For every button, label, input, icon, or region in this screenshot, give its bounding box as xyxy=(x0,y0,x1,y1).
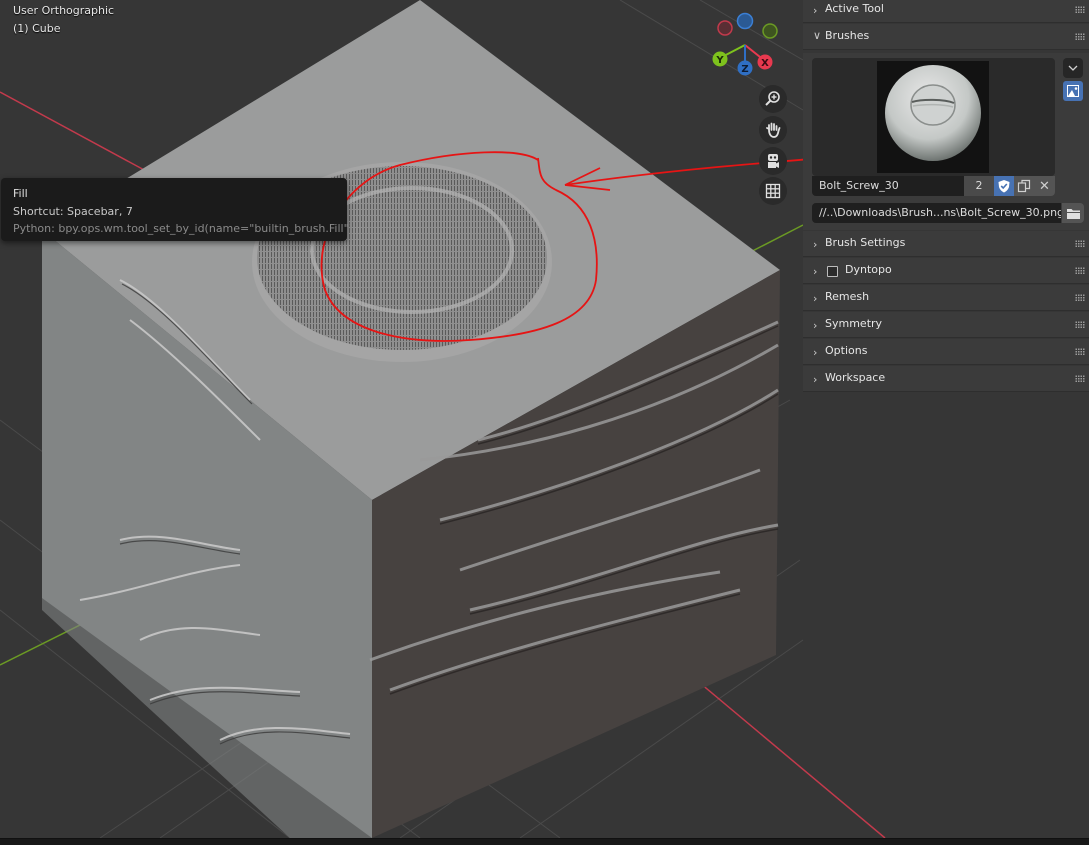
panel-symmetry[interactable]: › Symmetry xyxy=(803,312,1089,338)
chevron-right-icon: › xyxy=(813,238,818,251)
chevron-down-icon xyxy=(1068,65,1078,71)
pan-button[interactable] xyxy=(759,116,787,144)
panel-remesh[interactable]: › Remesh xyxy=(803,285,1089,311)
pan-hand-icon xyxy=(766,122,781,138)
image-icon xyxy=(1067,85,1079,97)
panel-label: Dyntopo xyxy=(845,263,892,276)
panel-label: Brush Settings xyxy=(825,236,906,249)
panel-brush-settings[interactable]: › Brush Settings xyxy=(803,231,1089,257)
brush-users-count[interactable]: 2 xyxy=(964,176,994,196)
camera-view-button[interactable] xyxy=(759,147,787,175)
gizmo-neg-y[interactable] xyxy=(762,23,778,39)
drag-grip-icon[interactable] xyxy=(1075,348,1085,356)
tooltip-python: Python: bpy.ops.wm.tool_set_by_id(name="… xyxy=(13,222,353,235)
chevron-right-icon: › xyxy=(813,4,818,17)
gizmo-z-label: Z xyxy=(741,64,748,75)
drag-grip-icon[interactable] xyxy=(1075,267,1085,275)
panel-label: Active Tool xyxy=(825,2,884,15)
drag-grip-icon[interactable] xyxy=(1075,6,1085,14)
chevron-right-icon: › xyxy=(813,373,818,386)
chevron-right-icon: › xyxy=(813,319,818,332)
panel-label: Brushes xyxy=(825,29,870,42)
panel-label: Options xyxy=(825,344,868,357)
drag-grip-icon[interactable] xyxy=(1075,375,1085,383)
panel-brushes[interactable]: ∨ Brushes xyxy=(803,24,1089,50)
unlink-brush-button[interactable]: ✕ xyxy=(1034,176,1055,196)
gizmo-y-label: Y xyxy=(715,55,724,66)
chevron-down-icon: ∨ xyxy=(813,29,822,42)
panel-label: Workspace xyxy=(825,371,886,384)
grid-icon xyxy=(765,183,781,199)
fake-user-button[interactable] xyxy=(994,176,1014,196)
duplicate-brush-button[interactable] xyxy=(1014,176,1034,196)
properties-sidebar: › Active Tool ∨ Brushes Bolt_Screw_30 2 … xyxy=(803,0,1089,400)
camera-icon xyxy=(768,154,779,168)
panel-options[interactable]: › Options xyxy=(803,339,1089,365)
panel-label: Remesh xyxy=(825,290,870,303)
tool-tooltip: Fill Shortcut: Spacebar, 7 Python: bpy.o… xyxy=(1,178,353,241)
drag-grip-icon[interactable] xyxy=(1075,321,1085,329)
chevron-right-icon: › xyxy=(813,265,818,278)
texture-filepath-field[interactable]: //..\Downloads\Brush...ns\Bolt_Screw_30.… xyxy=(812,203,1061,223)
3d-viewport[interactable]: User Orthographic (1) Cube Fill Shortcut… xyxy=(0,0,1089,838)
cube-mesh[interactable] xyxy=(42,0,780,838)
gizmo-x-label: X xyxy=(761,58,769,69)
zoom-button[interactable] xyxy=(759,85,787,113)
duplicate-icon xyxy=(1017,179,1031,193)
dyntopo-checkbox[interactable] xyxy=(827,266,838,277)
gizmo-neg-z[interactable] xyxy=(736,12,754,30)
brushes-panel-body: Bolt_Screw_30 2 ✕ //..\Downloads\Brush..… xyxy=(803,53,1089,230)
toggle-perspective-button[interactable] xyxy=(759,177,787,205)
chevron-right-icon: › xyxy=(813,292,818,305)
brush-browse-dropdown[interactable] xyxy=(1063,58,1083,78)
gizmo-neg-x[interactable] xyxy=(717,20,733,36)
drag-grip-icon[interactable] xyxy=(1075,33,1085,41)
brush-name-field[interactable]: Bolt_Screw_30 xyxy=(812,176,964,196)
axis-gizmo[interactable]: Y Z X xyxy=(700,0,800,90)
panel-active-tool[interactable]: › Active Tool xyxy=(803,0,1089,23)
browse-file-button[interactable] xyxy=(1062,203,1084,223)
tooltip-shortcut: Shortcut: Spacebar, 7 xyxy=(13,205,133,218)
view-name: User Orthographic xyxy=(13,4,115,17)
drag-grip-icon[interactable] xyxy=(1075,294,1085,302)
zoom-icon xyxy=(765,91,780,106)
folder-icon xyxy=(1066,208,1080,219)
texture-image-button[interactable] xyxy=(1063,81,1083,101)
tooltip-title: Fill xyxy=(13,187,28,200)
panel-dyntopo[interactable]: › Dyntopo xyxy=(803,258,1089,284)
drag-grip-icon[interactable] xyxy=(1075,240,1085,248)
brush-preview[interactable] xyxy=(812,58,1055,176)
panel-label: Symmetry xyxy=(825,317,883,330)
active-object-name: (1) Cube xyxy=(13,22,61,35)
chevron-right-icon: › xyxy=(813,346,818,359)
brush-texture-thumbnail xyxy=(877,61,989,173)
panel-workspace[interactable]: › Workspace xyxy=(803,366,1089,392)
close-icon: ✕ xyxy=(1039,178,1050,194)
shield-check-icon xyxy=(998,180,1010,193)
